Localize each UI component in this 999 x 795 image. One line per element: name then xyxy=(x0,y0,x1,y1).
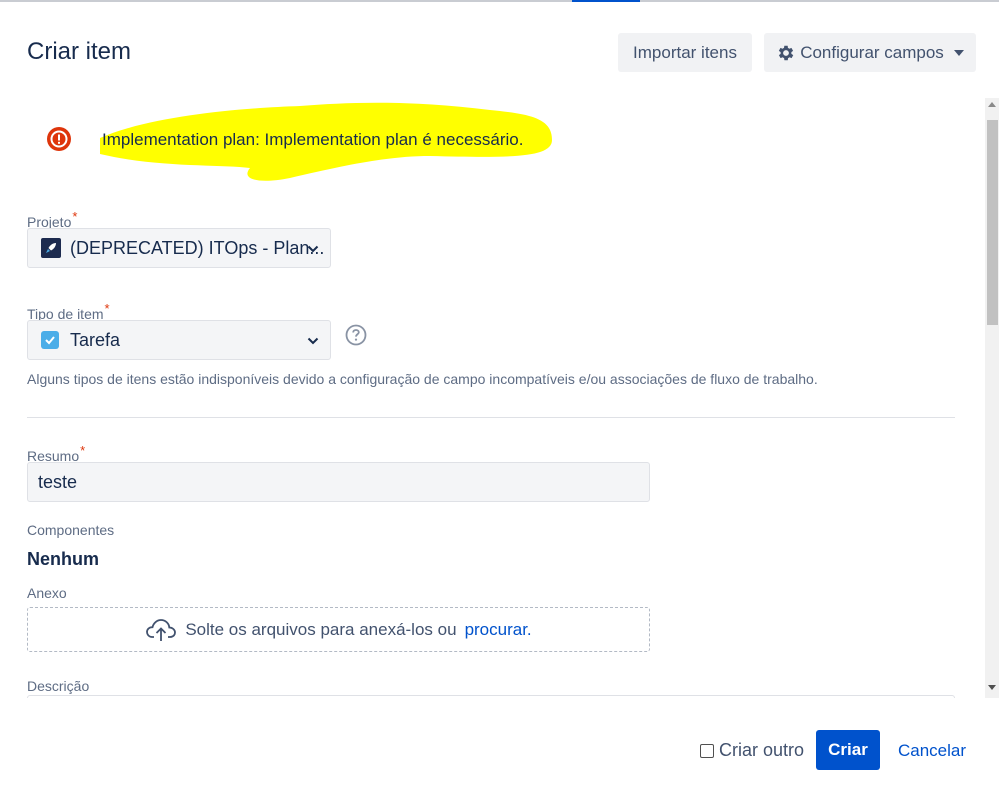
import-issues-label: Importar itens xyxy=(633,42,737,62)
configure-fields-button[interactable]: Configurar campos xyxy=(764,33,976,72)
create-another-label: Criar outro xyxy=(719,740,805,760)
components-value[interactable]: Nenhum xyxy=(27,549,99,570)
scroll-down-arrow-icon[interactable] xyxy=(988,685,996,690)
description-editor[interactable] xyxy=(27,695,955,698)
section-divider xyxy=(27,417,955,418)
create-another-toggle[interactable]: Criar outro xyxy=(700,740,804,761)
dialog-title: Criar item xyxy=(27,38,132,65)
summary-label: Resumo* xyxy=(27,443,85,464)
import-issues-button[interactable]: Importar itens xyxy=(618,33,752,72)
summary-input[interactable]: teste xyxy=(27,462,650,502)
gear-icon xyxy=(779,45,794,60)
create-another-checkbox[interactable] xyxy=(700,743,714,758)
attachment-label: Anexo xyxy=(27,585,67,601)
rocket-icon xyxy=(41,238,61,258)
error-message: Implementation plan: Implementation plan… xyxy=(102,130,524,149)
summary-value: teste xyxy=(38,471,78,492)
required-marker: * xyxy=(72,209,78,224)
error-icon xyxy=(47,127,71,151)
issue-type-select[interactable]: Tarefa xyxy=(27,320,331,360)
project-value: (DEPRECATED) ITOps - Plan... xyxy=(70,237,325,258)
required-marker: * xyxy=(104,301,110,316)
cancel-button[interactable]: Cancelar xyxy=(898,741,966,761)
project-label: Projeto* xyxy=(27,209,77,230)
create-button-label: Criar xyxy=(828,740,868,759)
required-marker: * xyxy=(80,443,86,458)
configure-fields-label: Configurar campos xyxy=(800,42,944,62)
components-label: Componentes xyxy=(27,522,115,538)
description-label: Descrição xyxy=(27,678,90,694)
task-checkbox-icon xyxy=(41,331,59,349)
issue-type-label: Tipo de item* xyxy=(27,301,110,322)
browse-link[interactable]: procurar. xyxy=(465,620,532,640)
chevron-down-icon xyxy=(307,245,319,253)
top-tab-indicator xyxy=(572,0,640,2)
form-scroll-area[interactable]: Implementation plan: Implementation plan… xyxy=(0,98,999,698)
scrollbar-thumb[interactable] xyxy=(987,120,998,325)
cloud-upload-icon xyxy=(146,618,177,641)
help-icon[interactable] xyxy=(345,324,367,346)
issue-type-hint: Alguns tipos de itens estão indisponívei… xyxy=(27,371,818,387)
project-select[interactable]: (DEPRECATED) ITOps - Plan... xyxy=(27,228,331,268)
caret-down-icon xyxy=(953,49,964,56)
chevron-down-icon xyxy=(307,337,319,345)
create-button[interactable]: Criar xyxy=(816,730,880,770)
attachment-dropzone[interactable]: Solte os arquivos para anexá-los ou proc… xyxy=(27,607,650,652)
scroll-up-arrow-icon[interactable] xyxy=(988,102,996,107)
issue-type-value: Tarefa xyxy=(70,329,121,350)
dropzone-text: Solte os arquivos para anexá-los ou xyxy=(185,619,457,639)
top-border xyxy=(0,0,999,2)
